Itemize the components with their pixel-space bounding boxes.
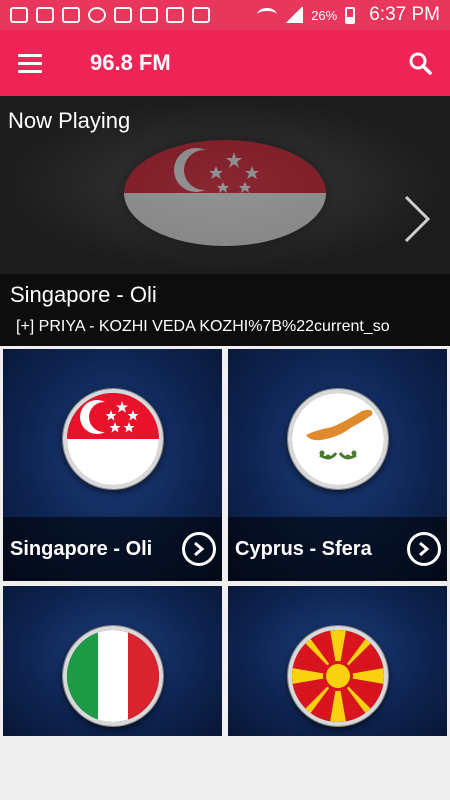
chevron-right-icon xyxy=(419,541,430,557)
hamburger-menu-icon xyxy=(18,53,42,57)
radio-icon xyxy=(62,7,80,23)
app-bar: 96.8 FM xyxy=(0,30,450,96)
menu-button[interactable] xyxy=(0,30,60,96)
station-card[interactable]: Cyprus - Sfera xyxy=(228,349,447,581)
now-playing-track: [+] PRIYA - KOZHI VEDA KOZHI%7B%22curren… xyxy=(16,318,390,335)
phone-check-icon xyxy=(36,7,54,23)
battery-percent: 26% xyxy=(311,7,338,23)
chat-icon xyxy=(10,7,28,23)
sync-icon xyxy=(88,7,106,23)
now-playing-station: Singapore - Oli xyxy=(10,282,157,307)
open-station-button[interactable] xyxy=(407,532,441,566)
now-playing-heading: Now Playing xyxy=(8,108,131,133)
station-grid: Singapore - Oli Cyprus - Sfera xyxy=(0,346,450,800)
chevron-right-icon xyxy=(194,541,205,557)
chevron-right-icon xyxy=(404,195,431,243)
now-playing-banner: Now Playing xyxy=(0,96,450,274)
battery-icon xyxy=(345,6,356,24)
page-title: 96.8 FM xyxy=(90,50,171,75)
search-button[interactable] xyxy=(390,30,450,96)
clock: 6:37 PM xyxy=(369,4,440,25)
youtube-icon xyxy=(192,7,210,23)
next-button[interactable] xyxy=(402,194,432,249)
singapore-flag xyxy=(63,389,163,489)
now-playing-info: Singapore - Oli [+] PRIYA - KOZHI VEDA K… xyxy=(0,274,450,346)
station-card-footer: Cyprus - Sfera xyxy=(228,517,447,581)
station-card[interactable] xyxy=(3,586,222,736)
image-icon xyxy=(140,7,158,23)
singapore-flag xyxy=(124,140,326,246)
cyprus-flag xyxy=(288,389,388,489)
station-card-footer: Singapore - Oli xyxy=(3,517,222,581)
now-playing-panel: Now Playing Singapore - Oli [+] PRIYA - … xyxy=(0,96,450,346)
notification-icons xyxy=(10,7,210,23)
open-station-button[interactable] xyxy=(182,532,216,566)
station-name: Singapore - Oli xyxy=(10,537,153,560)
wifi-icon xyxy=(257,8,278,22)
shield-icon xyxy=(114,7,132,23)
station-name: Cyprus - Sfera xyxy=(235,537,372,560)
italy-flag xyxy=(63,626,163,726)
search-icon xyxy=(409,52,432,75)
signal-icon xyxy=(285,7,304,23)
station-card[interactable]: Singapore - Oli xyxy=(3,349,222,581)
status-bar: 26% 6:37 PM xyxy=(0,0,450,30)
macedonia-flag xyxy=(288,626,388,726)
station-card[interactable] xyxy=(228,586,447,736)
mail-icon xyxy=(166,7,184,23)
